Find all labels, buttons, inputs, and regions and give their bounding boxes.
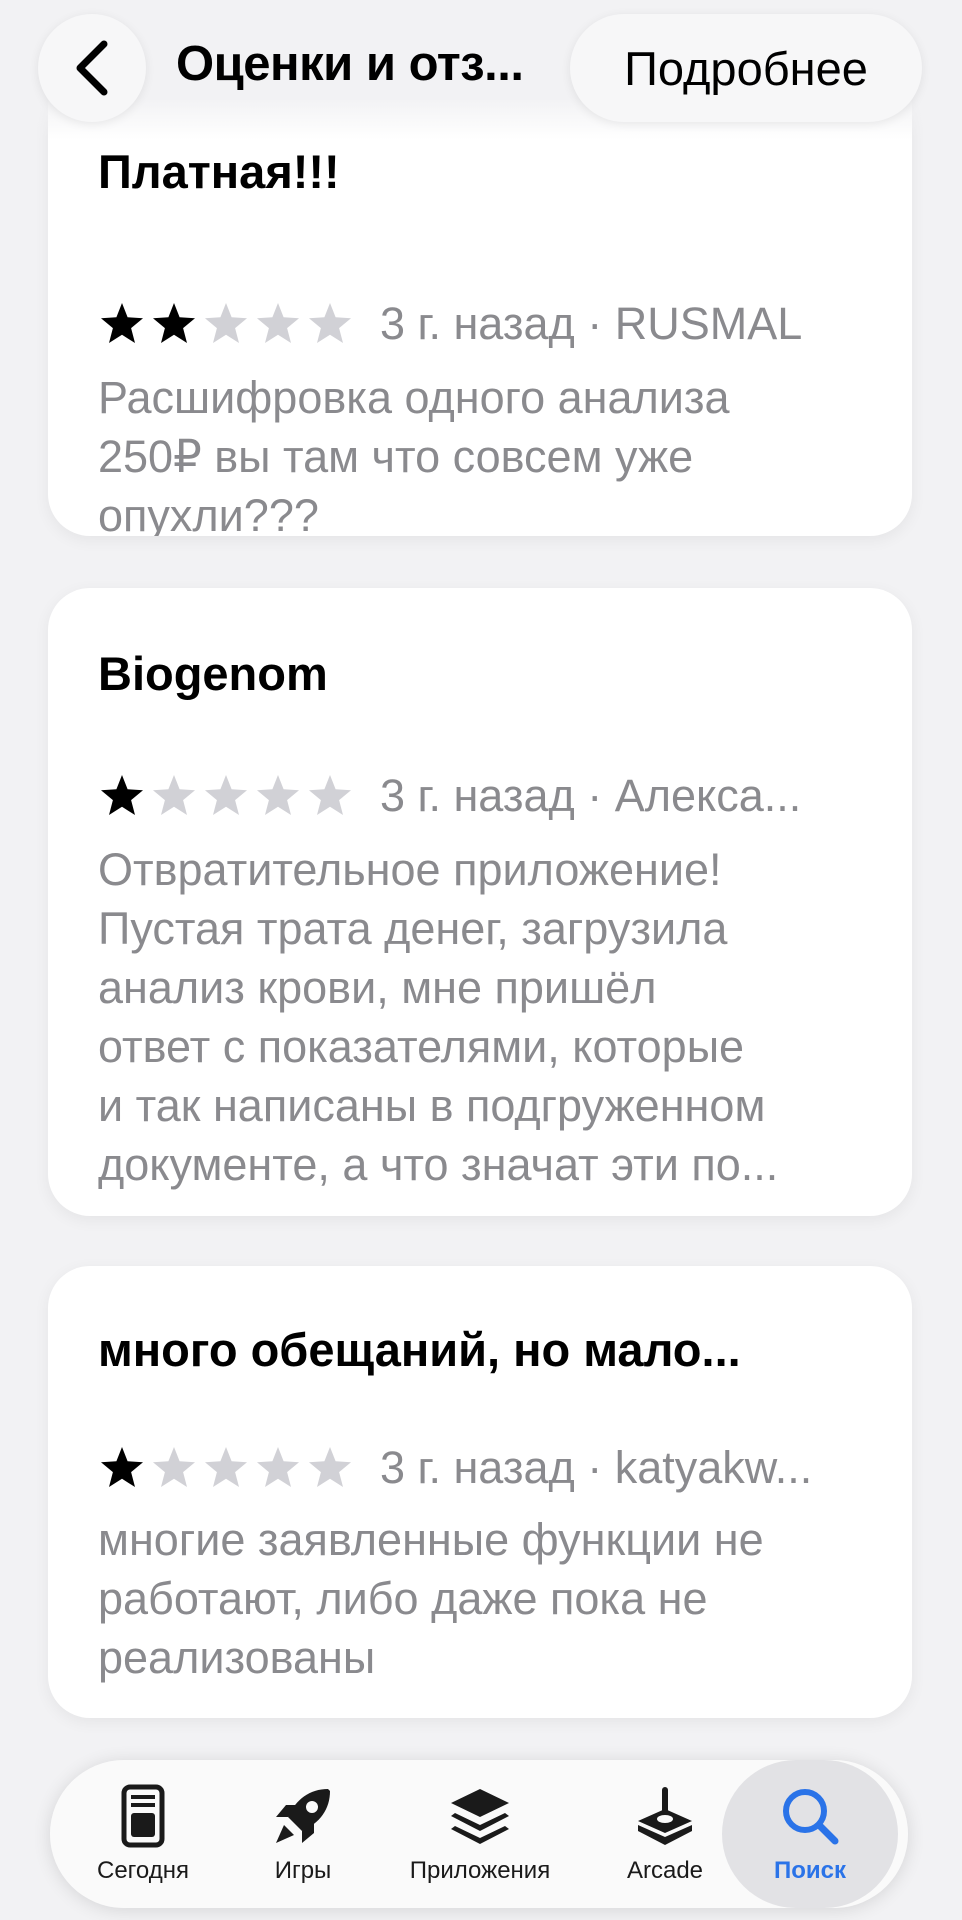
review-card[interactable]: много обещаний, но мало... 3 г. назад · …	[48, 1266, 912, 1718]
navigation-bar: Оценки и отз... Подробнее	[0, 0, 962, 140]
tab-today[interactable]: Сегодня	[84, 1760, 202, 1908]
review-title: Biogenom	[98, 647, 328, 700]
review-line: опухли???	[98, 490, 319, 536]
tab-label: Сегодня	[97, 1857, 189, 1884]
review-line: документе, а что значат эти по...	[98, 1139, 779, 1190]
tab-bar: Сегодня Игры Приложения Arcade Поиск	[50, 1760, 908, 1908]
star-empty-icon	[205, 303, 247, 343]
review-line: работают, либо даже пока не	[98, 1573, 708, 1624]
review-date-author: 3 г. назад · Алекса...	[380, 770, 802, 821]
review-line: многие заявленные функции не	[98, 1514, 764, 1565]
apps-stack-icon	[451, 1789, 509, 1844]
star-empty-icon	[153, 775, 195, 815]
review-card[interactable]: Biogenom 3 г. назад · Алекса... Отвратит…	[48, 588, 912, 1216]
star-empty-icon	[205, 775, 247, 815]
tab-games[interactable]: Игры	[248, 1760, 358, 1908]
review-meta: 3 г. назад · Алекса...	[98, 766, 888, 826]
review-line: Отвратительное приложение!	[98, 844, 722, 895]
review-line: анализ крови, мне пришёл	[98, 962, 657, 1013]
tab-label: Игры	[274, 1857, 332, 1884]
star-empty-icon	[309, 303, 351, 343]
tab-label: Arcade	[626, 1857, 704, 1884]
review-line: 250₽ вы там что совсем уже	[98, 431, 694, 482]
review-meta: 3 г. назад · katyakw...	[98, 1438, 888, 1498]
star-rating	[98, 1444, 358, 1492]
tab-label: Поиск	[773, 1857, 847, 1884]
star-rating	[98, 772, 358, 820]
chevron-left-icon	[76, 40, 108, 96]
rocket-icon	[276, 1789, 330, 1843]
star-empty-icon	[257, 775, 299, 815]
tab-search[interactable]: Поиск	[722, 1760, 898, 1908]
review-title: Платная!!!	[98, 145, 340, 198]
more-button[interactable]: Подробнее	[570, 14, 922, 122]
star-empty-icon	[257, 303, 299, 343]
review-body: Расшифровка одного анализа 250₽ вы там ч…	[98, 368, 888, 536]
tab-label: Приложения	[409, 1857, 551, 1884]
star-rating	[98, 300, 358, 348]
star-empty-icon	[257, 1447, 299, 1487]
review-line: Пустая трата денег, загрузила	[98, 903, 728, 954]
tab-arcade[interactable]: Arcade	[610, 1760, 720, 1908]
search-icon	[783, 1789, 839, 1845]
review-line: ответ с показателями, которые	[98, 1021, 745, 1072]
review-date-author: 3 г. назад · katyakw...	[380, 1442, 813, 1493]
star-filled-icon	[101, 303, 143, 343]
review-body: Отвратительное приложение! Пустая трата …	[98, 840, 888, 1194]
star-filled-icon	[101, 1447, 143, 1487]
review-line: Расшифровка одного анализа	[98, 372, 730, 423]
page-title: Оценки и отз...	[176, 37, 524, 91]
back-button[interactable]	[38, 14, 146, 122]
tab-apps[interactable]: Приложения	[390, 1760, 570, 1908]
star-empty-icon	[153, 1447, 195, 1487]
review-title: много обещаний, но мало...	[98, 1323, 741, 1376]
star-filled-icon	[153, 303, 195, 343]
review-meta: 3 г. назад · RUSMAL	[98, 294, 888, 354]
review-line: реализованы	[98, 1632, 376, 1683]
review-body: многие заявленные функции не работают, л…	[98, 1510, 888, 1687]
star-filled-icon	[101, 775, 143, 815]
star-empty-icon	[309, 1447, 351, 1487]
star-empty-icon	[205, 1447, 247, 1487]
review-line: и так написаны в подгруженном	[98, 1080, 766, 1131]
today-icon	[121, 1784, 165, 1848]
review-date-author: 3 г. назад · RUSMAL	[380, 298, 803, 349]
joystick-icon	[638, 1787, 692, 1845]
star-empty-icon	[309, 775, 351, 815]
